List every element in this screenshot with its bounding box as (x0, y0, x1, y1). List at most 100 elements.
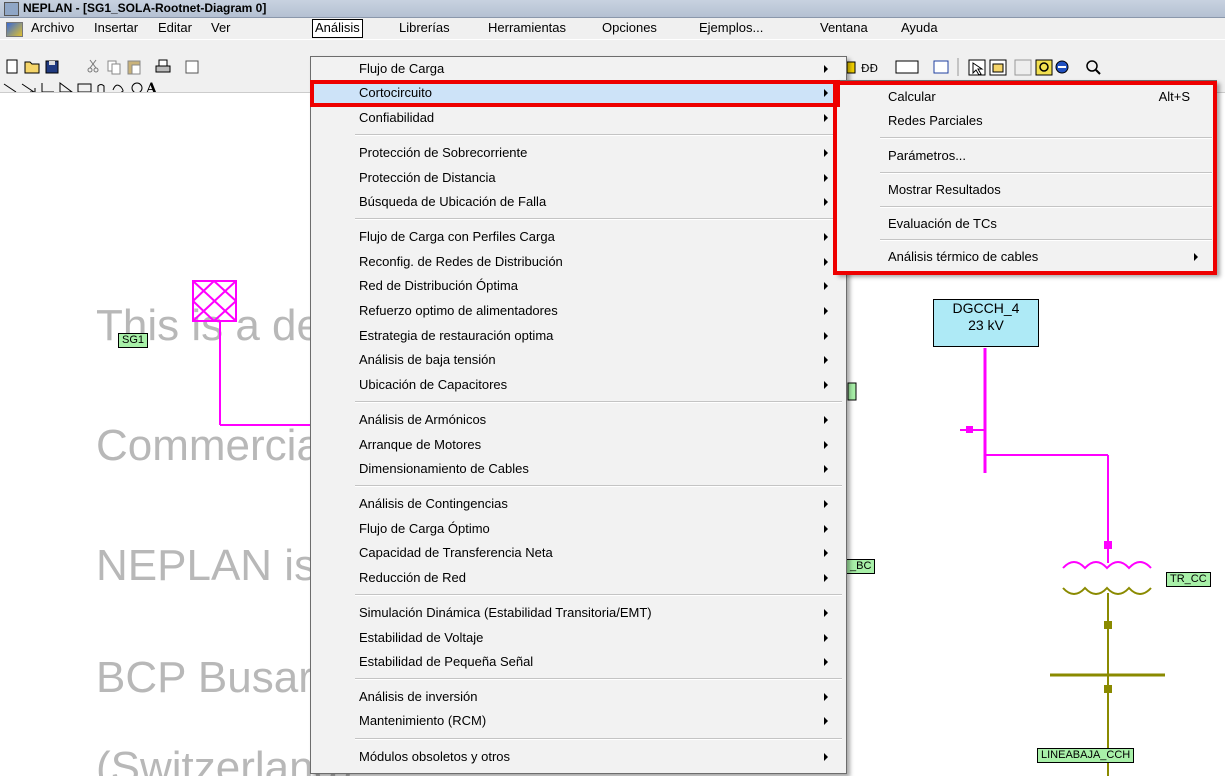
menu-item-busqueda-falla[interactable]: Búsqueda de Ubicación de Falla (311, 190, 846, 214)
menu-item-mantenimiento[interactable]: Mantenimiento (RCM) (311, 709, 846, 733)
analysis-menu: Flujo de Carga Cortocircuito Confiabilid… (310, 56, 847, 774)
paste-icon[interactable] (127, 60, 141, 75)
menu-separator (355, 485, 842, 487)
menu-item-baja-tension[interactable]: Análisis de baja tensión (311, 348, 846, 372)
menu-item-analisis-inversion[interactable]: Análisis de inversión (311, 685, 846, 709)
drawing-tools[interactable]: A (3, 81, 158, 92)
cut-icon[interactable] (87, 59, 99, 73)
bc-label[interactable]: _BC (846, 559, 876, 574)
menu-item-red-distribucion-optima[interactable]: Red de Distribución Óptima (311, 274, 846, 298)
chevron-right-icon (824, 381, 828, 389)
circle-tool-icon[interactable] (131, 82, 143, 92)
menu-item-confiabilidad[interactable]: Confiabilidad (311, 106, 846, 130)
chevron-right-icon (824, 441, 828, 449)
chevron-right-icon (824, 549, 828, 557)
bus-voltage: 23 kV (968, 317, 1004, 333)
copy-icon[interactable] (107, 60, 121, 75)
app-icon (4, 2, 19, 16)
zoom-icon[interactable] (1086, 60, 1101, 75)
menu-item-estabilidad-voltaje[interactable]: Estabilidad de Voltaje (311, 626, 846, 650)
bus-name: DGCCH_4 (952, 300, 1020, 316)
menu-separator (355, 738, 842, 740)
menu-ventana[interactable]: Ventana (818, 20, 870, 36)
transformer-label[interactable]: TR_CC (1166, 572, 1211, 587)
menu-item-dimensionamiento-cables[interactable]: Dimensionamiento de Cables (311, 457, 846, 481)
menu-ver[interactable]: Ver (209, 20, 233, 36)
menu-item-proteccion-distancia[interactable]: Protección de Distancia (311, 166, 846, 190)
window-title: NEPLAN - [SG1_SOLA-Rootnet-Diagram 0] (23, 1, 267, 15)
chevron-right-icon (824, 307, 828, 315)
svg-text:A: A (145, 81, 158, 92)
menu-archivo[interactable]: Archivo (29, 20, 76, 36)
menu-item-estabilidad-senal[interactable]: Estabilidad de Pequeña Señal (311, 650, 846, 674)
chevron-right-icon (824, 149, 828, 157)
menu-item-arranque-motores[interactable]: Arranque de Motores (311, 433, 846, 457)
menu-item-flujo-optimo[interactable]: Flujo de Carga Óptimo (311, 517, 846, 541)
chevron-right-icon (824, 609, 828, 617)
highlight-box-submenu (833, 81, 1217, 275)
menu-item-simulacion-dinamica[interactable]: Simulación Dinámica (Estabilidad Transit… (311, 601, 846, 625)
text-tool-icon[interactable]: A (145, 81, 158, 92)
select-arrow-icon[interactable] (968, 59, 986, 76)
menu-separator (355, 401, 842, 403)
menu-ejemplos[interactable]: Ejemplos... (697, 20, 765, 36)
menu-item-reduccion-red[interactable]: Reducción de Red (311, 566, 846, 590)
document-icon[interactable] (6, 22, 23, 37)
menu-separator (355, 594, 842, 596)
menu-analisis[interactable]: Análisis (312, 19, 363, 38)
tool-buttons-right[interactable]: ĐĐ (846, 58, 1101, 76)
chevron-right-icon (824, 356, 828, 364)
menu-item-ubicacion-capacitores[interactable]: Ubicación de Capacitores (311, 373, 846, 397)
open-icon[interactable] (24, 61, 40, 74)
menu-herramientas[interactable]: Herramientas (486, 20, 568, 36)
menu-item-capacidad-transferencia[interactable]: Capacidad de Transferencia Neta (311, 541, 846, 565)
bus-label[interactable]: DGCCH_4 23 kV (933, 299, 1039, 347)
line-label[interactable]: LINEABAJA_CCH (1037, 748, 1135, 763)
chevron-right-icon (824, 465, 828, 473)
menu-editar[interactable]: Editar (156, 20, 194, 36)
chevron-right-icon (824, 658, 828, 666)
menu-insertar[interactable]: Insertar (92, 20, 140, 36)
chevron-right-icon (824, 717, 828, 725)
menu-item-flujo-de-carga[interactable]: Flujo de Carga (311, 57, 846, 81)
menu-ayuda[interactable]: Ayuda (899, 20, 940, 36)
menu-item-contingencias[interactable]: Análisis de Contingencias (311, 492, 846, 516)
chevron-right-icon (824, 258, 828, 266)
menu-item-flujo-perfiles[interactable]: Flujo de Carga con Perfiles Carga (311, 225, 846, 249)
transformer-symbol[interactable] (1062, 561, 1152, 595)
properties-icon[interactable] (989, 59, 1007, 76)
chevron-right-icon (824, 753, 828, 761)
menu-item-estrategia-restauracion[interactable]: Estrategia de restauración optima (311, 324, 846, 348)
print-icon[interactable] (155, 59, 171, 73)
menu-item-refuerzo-alimentadores[interactable]: Refuerzo optimo de alimentadores (311, 299, 846, 323)
chevron-right-icon (824, 416, 828, 424)
chevron-right-icon (824, 574, 828, 582)
save-icon[interactable] (45, 60, 59, 74)
svg-text:ĐĐ: ĐĐ (861, 62, 878, 75)
chevron-right-icon (824, 500, 828, 508)
chevron-right-icon (824, 332, 828, 340)
chevron-right-icon (824, 233, 828, 241)
line-tool-icon[interactable] (3, 83, 17, 92)
rectangle-tool-icon[interactable] (77, 83, 92, 92)
menu-item-proteccion-sobrecorriente[interactable]: Protección de Sobrecorriente (311, 141, 846, 165)
chevron-right-icon (824, 634, 828, 642)
sg1-label[interactable]: SG1 (118, 333, 149, 348)
chevron-right-icon (824, 198, 828, 206)
chevron-right-icon (824, 282, 828, 290)
chevron-right-icon (824, 65, 828, 73)
menu-separator (355, 678, 842, 680)
menu-opciones[interactable]: Opciones (600, 20, 659, 36)
new-icon[interactable] (6, 59, 18, 74)
title-bar: NEPLAN - [SG1_SOLA-Rootnet-Diagram 0] (0, 0, 1225, 18)
menu-librerias[interactable]: Librerías (397, 20, 452, 36)
menu-bar: Archivo Insertar Editar Ver Análisis Lib… (0, 18, 1225, 39)
menu-separator (355, 218, 842, 220)
chevron-right-icon (824, 693, 828, 701)
chevron-right-icon (824, 114, 828, 122)
generator-symbol[interactable] (192, 280, 237, 322)
menu-item-modulos-obsoletos[interactable]: Módulos obsoletos y otros (311, 745, 846, 769)
menu-item-reconfig-redes[interactable]: Reconfig. de Redes de Distribución (311, 250, 846, 274)
menu-item-armonicos[interactable]: Análisis de Armónicos (311, 408, 846, 432)
chevron-right-icon (824, 525, 828, 533)
